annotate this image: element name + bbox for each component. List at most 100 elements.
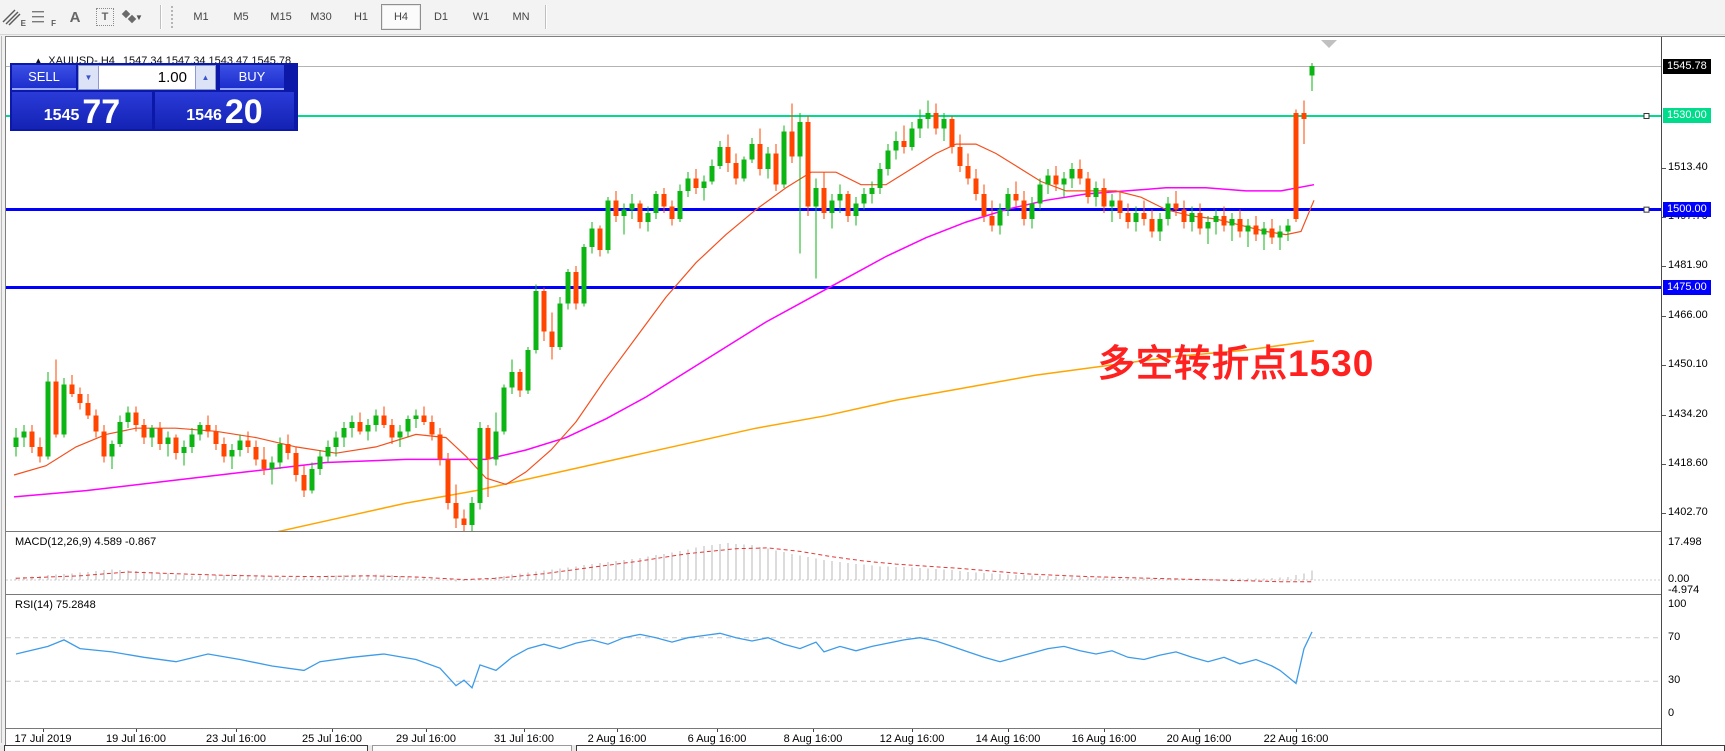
pane-separator[interactable] — [6, 594, 1725, 595]
date-label-8: 6 Aug 16:00 — [688, 733, 747, 745]
line-handle[interactable] — [1644, 113, 1649, 118]
timeframe-button-m5[interactable]: M5 — [221, 4, 261, 30]
trading-terminal: E F A T ▼ M1M5M15M30H1H4D1W1MN ▲XAUUSD-,… — [0, 0, 1725, 751]
date-tick — [1296, 729, 1297, 732]
macd-axis--4.974: -4.974 — [1668, 584, 1699, 596]
price-badge-1500.00: 1500.00 — [1663, 202, 1711, 217]
icon-sub-f: F — [51, 19, 56, 28]
price-badge-1475.00: 1475.00 — [1663, 280, 1711, 295]
volume-decrease-button[interactable]: ▼ — [78, 65, 99, 90]
sell-price-main: 1545 — [44, 108, 80, 124]
date-label-4: 25 Jul 16:00 — [302, 733, 362, 745]
toolbar-drag-handle[interactable] — [171, 6, 176, 28]
chart-toolbar: E F A T ▼ M1M5M15M30H1H4D1W1MN — [0, 0, 1725, 35]
toolbar-separator — [160, 5, 162, 29]
timeframe-button-w1[interactable]: W1 — [461, 4, 501, 30]
date-tick — [1199, 729, 1200, 732]
shapes-icon[interactable]: ▼ — [121, 4, 155, 30]
line-handle[interactable] — [1644, 207, 1649, 212]
macd-pane — [6, 533, 1661, 594]
date-label-5: 29 Jul 16:00 — [396, 733, 456, 745]
macd-histogram — [16, 543, 1312, 581]
candles-layer — [14, 63, 1315, 531]
window-tab[interactable] — [372, 745, 572, 751]
chart-text-annotation[interactable]: 多空转折点1530 — [1098, 333, 1374, 387]
date-label-14: 22 Aug 16:00 — [1264, 733, 1329, 745]
date-label-10: 12 Aug 16:00 — [880, 733, 945, 745]
date-label-3: 23 Jul 16:00 — [206, 733, 266, 745]
price-badge-1545.78: 1545.78 — [1663, 59, 1711, 74]
date-label-6: 31 Jul 16:00 — [494, 733, 554, 745]
date-label-9: 8 Aug 16:00 — [784, 733, 843, 745]
window-tab[interactable] — [4, 745, 368, 751]
rsi-axis-0: 0 — [1668, 707, 1674, 719]
date-tick — [332, 729, 333, 732]
buy-price-main: 1546 — [186, 108, 222, 124]
date-tick — [813, 729, 814, 732]
text-box-icon[interactable]: T — [91, 4, 119, 30]
date-tick — [136, 729, 137, 732]
sell-button[interactable]: SELL — [12, 65, 76, 90]
timeframe-button-d1[interactable]: D1 — [421, 4, 461, 30]
chart-window: ▲XAUUSD-,H41547.34 1547.34 1543.47 1545.… — [5, 36, 1725, 746]
price-tick-1481.90: 1481.90 — [1668, 259, 1708, 271]
window-tab[interactable] — [576, 745, 1725, 751]
date-tick — [912, 729, 913, 732]
price-tick-1402.70: 1402.70 — [1668, 506, 1708, 518]
price-badge-1530.00: 1530.00 — [1663, 108, 1711, 123]
buy-button[interactable]: BUY — [220, 65, 284, 90]
price-tick-1418.60: 1418.60 — [1668, 457, 1708, 469]
pane-separator[interactable] — [6, 531, 1725, 532]
date-tick — [43, 729, 44, 732]
timeframe-button-m1[interactable]: M1 — [181, 4, 221, 30]
timeframe-button-m30[interactable]: M30 — [301, 4, 341, 30]
date-label-13: 20 Aug 16:00 — [1167, 733, 1232, 745]
grid-icon[interactable]: F — [31, 4, 59, 30]
text-label-icon[interactable]: A — [61, 4, 89, 30]
icon-sub-e: E — [21, 19, 26, 28]
price-tick-1450.10: 1450.10 — [1668, 358, 1708, 370]
timeframe-button-h4[interactable]: H4 — [381, 4, 421, 30]
price-tick-1513.40: 1513.40 — [1668, 161, 1708, 173]
macd-axis-17.498: 17.498 — [1668, 536, 1702, 548]
volume-input[interactable] — [99, 65, 195, 90]
date-label-11: 14 Aug 16:00 — [976, 733, 1041, 745]
timeframe-bar: M1M5M15M30H1H4D1W1MN — [181, 4, 541, 30]
volume-increase-button[interactable]: ▲ — [195, 65, 216, 90]
date-tick — [1104, 729, 1105, 732]
window-tab-bar — [0, 745, 1725, 751]
date-tick — [617, 729, 618, 732]
price-axis[interactable]: 1513.401497.701481.901466.001450.101434.… — [1662, 37, 1725, 746]
buy-price-pips: 20 — [225, 98, 263, 127]
chart-shift-marker-icon[interactable] — [1321, 40, 1337, 48]
timeframe-button-m15[interactable]: M15 — [261, 4, 301, 30]
toolbar-separator — [545, 5, 547, 29]
sell-price-display[interactable]: 1545 77 — [12, 92, 152, 129]
rsi-pane — [6, 596, 1661, 727]
price-tick-1466.00: 1466.00 — [1668, 309, 1708, 321]
sell-price-pips: 77 — [82, 98, 120, 127]
rsi-axis-100: 100 — [1668, 598, 1686, 610]
one-click-trade-panel: SELL ▼ ▲ BUY 1545 77 1546 20 — [10, 63, 298, 131]
date-label-1: 17 Jul 2019 — [15, 733, 72, 745]
window-frame-line — [1, 36, 2, 743]
date-label-7: 2 Aug 16:00 — [588, 733, 647, 745]
rsi-line — [16, 632, 1312, 688]
date-tick — [717, 729, 718, 732]
date-label-12: 16 Aug 16:00 — [1072, 733, 1137, 745]
timeframe-button-mn[interactable]: MN — [501, 4, 541, 30]
rsi-axis-30: 30 — [1668, 674, 1680, 686]
date-label-2: 19 Jul 16:00 — [106, 733, 166, 745]
buy-price-display[interactable]: 1546 20 — [155, 92, 294, 129]
date-tick — [426, 729, 427, 732]
rsi-axis-70: 70 — [1668, 631, 1680, 643]
price-tick-1434.20: 1434.20 — [1668, 408, 1708, 420]
date-tick — [1008, 729, 1009, 732]
date-tick — [236, 729, 237, 732]
macd-label: MACD(12,26,9) 4.589 -0.867 — [15, 536, 156, 548]
date-tick — [524, 729, 525, 732]
candlestick-chart-icon[interactable]: E — [1, 4, 29, 30]
date-axis[interactable]: 17 Jul 2019 19 Jul 16:00 23 Jul 16:00 25 Ju… — [6, 728, 1725, 746]
rsi-label: RSI(14) 75.2848 — [15, 599, 96, 611]
timeframe-button-h1[interactable]: H1 — [341, 4, 381, 30]
